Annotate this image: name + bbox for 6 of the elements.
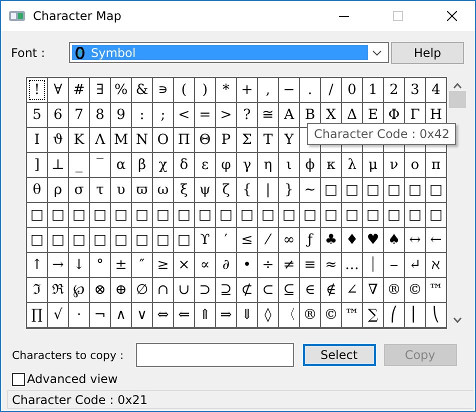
font-label: Font : (11, 46, 45, 60)
window-title: Character Map (33, 9, 122, 23)
characters-to-copy-label: Characters to copy : (12, 348, 124, 362)
tooltip: Character Code : 0x42 (307, 123, 456, 146)
status-bar: Character Code : 0x21 (7, 390, 473, 409)
font-value: Symbol (90, 46, 136, 60)
